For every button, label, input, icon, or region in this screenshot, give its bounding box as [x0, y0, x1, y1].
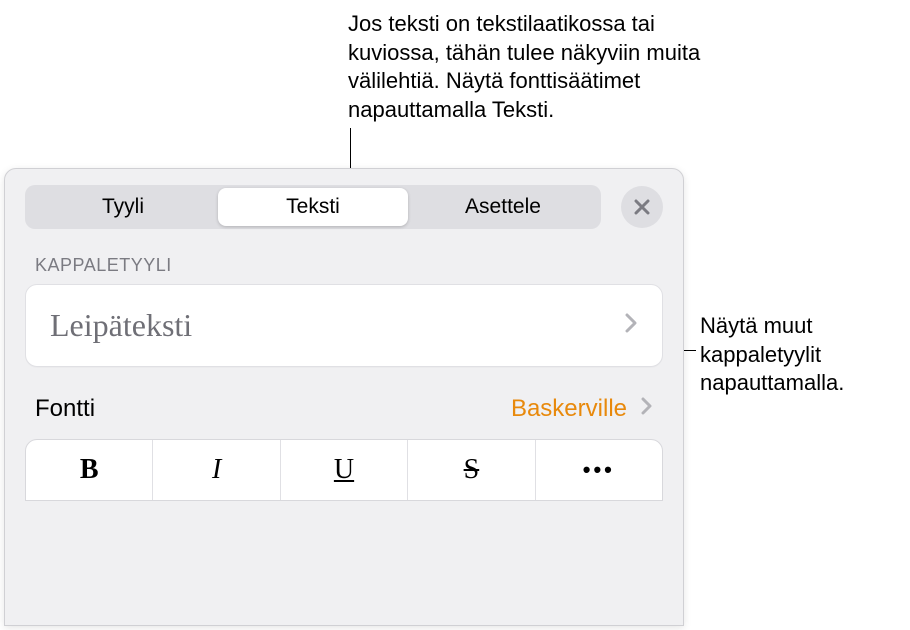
- callout-leader-line: [350, 128, 351, 170]
- paragraph-style-value: Leipäteksti: [50, 307, 192, 344]
- tab-style[interactable]: Tyyli: [28, 188, 218, 226]
- more-button[interactable]: •••: [536, 440, 662, 500]
- tab-text[interactable]: Teksti: [218, 188, 408, 226]
- format-panel: Tyyli Teksti Asettele KAPPALETYYLI Leipä…: [4, 168, 684, 626]
- strikethrough-button[interactable]: S: [408, 440, 535, 500]
- font-row[interactable]: Fontti Baskerville: [5, 381, 683, 433]
- tab-layout[interactable]: Asettele: [408, 188, 598, 226]
- paragraph-style-card: Leipäteksti: [25, 284, 663, 367]
- italic-button[interactable]: I: [153, 440, 280, 500]
- font-value: Baskerville: [511, 395, 627, 423]
- section-header-paragraph-style: KAPPALETYYLI: [5, 237, 683, 284]
- tab-bar: Tyyli Teksti Asettele: [25, 185, 601, 229]
- font-label: Fontti: [35, 395, 511, 423]
- format-bar: B I U S •••: [25, 439, 663, 501]
- chevron-right-icon: [624, 312, 638, 339]
- callout-tabs: Jos teksti on tekstilaatikossa tai kuvio…: [348, 10, 748, 124]
- bold-button[interactable]: B: [26, 440, 153, 500]
- more-icon: •••: [583, 457, 615, 483]
- callout-paragraph-style: Näytä muut kappaletyylit napauttamalla.: [700, 312, 900, 398]
- close-icon: [633, 198, 651, 216]
- chevron-right-icon: [641, 395, 653, 423]
- close-button[interactable]: [621, 186, 663, 228]
- paragraph-style-row[interactable]: Leipäteksti: [26, 285, 662, 366]
- panel-header: Tyyli Teksti Asettele: [5, 169, 683, 237]
- underline-button[interactable]: U: [281, 440, 408, 500]
